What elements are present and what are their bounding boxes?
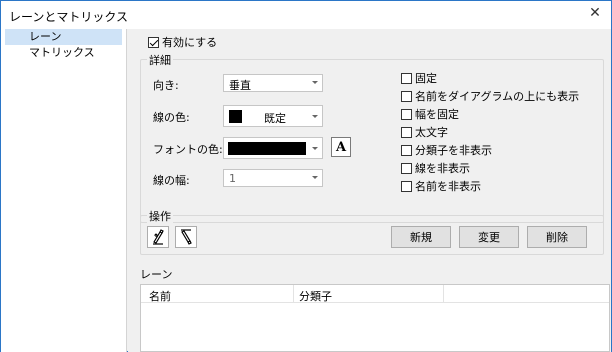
lanes-table[interactable]: 名前 分類子: [140, 284, 610, 352]
font-color-label: フォントの色:: [153, 143, 223, 156]
window-title: レーンとマトリックス: [9, 10, 129, 24]
line-width-label: 線の幅:: [153, 174, 190, 187]
chevron-down-icon: [312, 81, 318, 84]
column-divider[interactable]: [443, 285, 444, 303]
font-button[interactable]: A: [331, 137, 351, 157]
details-legend: 詳細: [147, 52, 173, 68]
orientation-label: 向き:: [153, 79, 179, 92]
new-button[interactable]: 新規: [391, 226, 451, 248]
option-hide-classifier[interactable]: 分類子を非表示: [401, 142, 492, 158]
change-button[interactable]: 変更: [459, 226, 519, 248]
chevron-down-icon: [312, 115, 318, 118]
column-header-classifier[interactable]: 分類子: [299, 288, 332, 304]
line-color-select[interactable]: 既定: [223, 105, 323, 127]
operations-legend: 操作: [147, 208, 173, 224]
lanes-table-header: 名前 分類子: [141, 285, 609, 303]
dialog-window: レーンとマトリックス ✕ レーン マトリックス 有効にする 詳細 向き: 垂直 …: [0, 0, 612, 352]
orientation-value: 垂直: [229, 79, 251, 92]
font-color-swatch: [228, 142, 306, 155]
sidebar-item-lanes[interactable]: レーン: [5, 29, 122, 45]
line-width-select[interactable]: 1: [223, 169, 323, 187]
edit-pen-up-icon: [153, 229, 164, 245]
option-bold[interactable]: 太文字: [401, 124, 448, 140]
move-up-icon-button[interactable]: [147, 226, 169, 248]
delete-button[interactable]: 削除: [527, 226, 587, 248]
option-hide-name[interactable]: 名前を非表示: [401, 178, 481, 194]
column-divider[interactable]: [293, 285, 294, 303]
option-hide-line[interactable]: 線を非表示: [401, 160, 470, 176]
title-bar: レーンとマトリックス ✕: [1, 1, 611, 29]
line-color-swatch: [229, 110, 242, 123]
line-color-value: 既定: [264, 112, 286, 125]
line-width-value: 1: [229, 172, 236, 185]
sidebar: レーン マトリックス: [1, 29, 127, 352]
main-panel: 有効にする 詳細 向き: 垂直 線の色: 既定 フォントの色: A 線の幅: 1…: [128, 29, 611, 352]
details-group: 詳細 向き: 垂直 線の色: 既定 フォントの色: A 線の幅: 1 固定 名前…: [140, 52, 604, 223]
orientation-select[interactable]: 垂直: [223, 74, 323, 92]
enable-checkbox-label: 有効にする: [162, 36, 218, 49]
line-color-label: 線の色:: [153, 111, 190, 124]
close-icon[interactable]: ✕: [585, 3, 605, 23]
sidebar-item-matrix[interactable]: マトリックス: [1, 45, 126, 61]
option-fixed-width[interactable]: 幅を固定: [401, 106, 459, 122]
option-fixed[interactable]: 固定: [401, 70, 437, 86]
chevron-down-icon: [312, 176, 318, 179]
move-down-icon-button[interactable]: [175, 226, 197, 248]
enable-checkbox[interactable]: 有効にする: [148, 34, 217, 50]
edit-pen-down-icon: [181, 229, 192, 245]
lanes-heading: レーン: [140, 268, 173, 281]
operations-group: 操作 新規 変更 削除: [140, 208, 604, 255]
chevron-down-icon: [312, 147, 318, 150]
column-header-name[interactable]: 名前: [149, 288, 171, 304]
enable-checkbox-box[interactable]: [148, 37, 159, 48]
option-show-name-above[interactable]: 名前をダイアグラムの上にも表示: [401, 88, 579, 104]
font-color-select[interactable]: [223, 137, 323, 159]
